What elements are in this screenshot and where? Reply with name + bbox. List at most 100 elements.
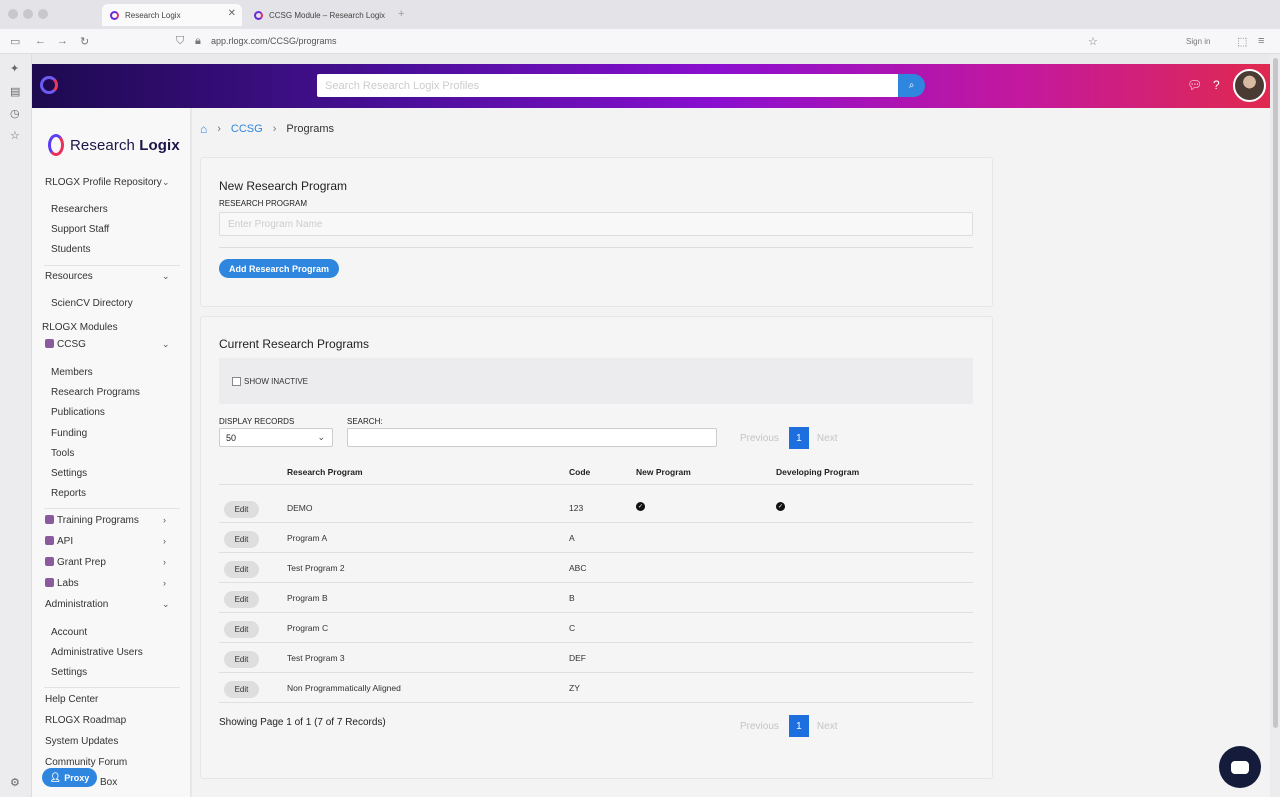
proxy-button[interactable]: 👤︎ Proxy — [42, 768, 97, 787]
menu-icon[interactable]: ≡ — [1258, 35, 1264, 47]
sidebar-section-labs[interactable]: Labs — [45, 578, 79, 589]
sidebar-item-publications[interactable]: Publications — [51, 407, 105, 418]
sidebar-item-account[interactable]: Account — [51, 627, 87, 638]
brand-logo[interactable]: Research Logix — [48, 134, 180, 156]
add-research-program-button[interactable]: Add Research Program — [219, 259, 339, 278]
sign-in-button[interactable]: Sign in — [1186, 37, 1210, 46]
page-1-button[interactable]: 1 — [788, 427, 809, 449]
chevron-down-icon[interactable]: ⌄ — [162, 339, 170, 350]
page-scrollbar[interactable] — [1270, 54, 1280, 797]
history-icon[interactable]: ◷ — [10, 107, 20, 120]
scrollbar-thumb[interactable] — [1273, 58, 1278, 728]
messages-icon[interactable]: 💬︎ — [1187, 78, 1202, 92]
search-button[interactable]: ⌕ — [898, 74, 925, 97]
sidebar-link-box[interactable]: Box — [100, 777, 117, 788]
column-header-developing-program[interactable]: Developing Program — [776, 467, 859, 477]
display-records-select[interactable]: 50 ⌄ — [219, 428, 333, 447]
edit-button[interactable]: Edit — [224, 591, 259, 608]
sidebar-section-resources[interactable]: Resources — [45, 271, 93, 282]
maximize-window-button[interactable] — [38, 9, 48, 19]
forward-icon[interactable]: → — [57, 35, 68, 47]
sidebar-item-settings[interactable]: Settings — [51, 468, 87, 479]
column-header-code[interactable]: Code — [569, 467, 590, 477]
research-program-label: RESEARCH PROGRAM — [219, 199, 308, 208]
browser-tab-ccsg-module[interactable]: CCSG Module – Research Logix — [246, 4, 396, 26]
sidebar-item-researchers[interactable]: Researchers — [51, 204, 108, 215]
breadcrumb-link-ccsg[interactable]: CCSG — [231, 123, 263, 135]
sidebar-link-roadmap[interactable]: RLOGX Roadmap — [45, 715, 126, 726]
sidebar-link-community-forum[interactable]: Community Forum — [45, 757, 127, 768]
extensions-icon[interactable]: ⬚ — [1237, 35, 1247, 48]
sidebar-item-research-programs[interactable]: Research Programs — [51, 387, 140, 398]
back-icon[interactable]: ← — [35, 35, 46, 47]
sidebar-item-administrative-users[interactable]: Administrative Users — [51, 647, 143, 658]
sidebar-section-profile-repository[interactable]: RLOGX Profile Repository — [45, 177, 162, 188]
page-1-button[interactable]: 1 — [788, 715, 809, 737]
edit-button[interactable]: Edit — [224, 621, 259, 638]
reader-icon[interactable]: ▤ — [10, 85, 20, 98]
sidebar-toggle-icon[interactable]: ▭ — [10, 35, 20, 48]
sidebar-link-system-updates[interactable]: System Updates — [45, 736, 118, 747]
url-text[interactable]: app.rlogx.com/CCSG/programs — [211, 36, 337, 46]
sidebar-section-api[interactable]: API — [45, 536, 73, 547]
edit-button[interactable]: Edit — [224, 651, 259, 668]
home-icon[interactable]: ⌂ — [200, 122, 207, 136]
new-program-title: New Research Program — [219, 179, 348, 193]
chevron-right-icon[interactable]: › — [163, 557, 166, 567]
next-page-button[interactable]: Next — [817, 433, 838, 444]
chevron-down-icon[interactable]: ⌄ — [162, 177, 170, 188]
chevron-right-icon[interactable]: › — [163, 578, 166, 588]
sidebar-item-support-staff[interactable]: Support Staff — [51, 224, 109, 235]
show-inactive-checkbox[interactable] — [232, 377, 241, 386]
shield-icon[interactable]: ⛉ — [176, 35, 184, 48]
chevron-right-icon[interactable]: › — [163, 515, 166, 525]
sidebar-item-students[interactable]: Students — [51, 244, 90, 255]
table-search-input[interactable] — [347, 428, 717, 447]
chat-support-button[interactable] — [1219, 746, 1261, 788]
sidebar-item-members[interactable]: Members — [51, 367, 93, 378]
sidebar-section-training-programs[interactable]: Training Programs — [45, 515, 139, 526]
cube-icon — [45, 578, 54, 587]
current-programs-title: Current Research Programs — [219, 337, 370, 351]
edit-button[interactable]: Edit — [224, 531, 259, 548]
column-header-new-program[interactable]: New Program — [636, 467, 691, 477]
next-page-button[interactable]: Next — [817, 721, 838, 732]
close-window-button[interactable] — [8, 9, 18, 19]
browser-tab-research-logix[interactable]: Research Logix ✕ — [102, 4, 242, 26]
reload-icon[interactable]: ↻ — [80, 35, 89, 48]
sidebar-divider — [44, 687, 180, 688]
chevron-down-icon[interactable]: ⌄ — [162, 271, 170, 282]
chevron-down-icon[interactable]: ⌄ — [162, 599, 170, 610]
app-logo-icon[interactable] — [40, 76, 58, 94]
bookmarks-icon[interactable]: ☆ — [10, 129, 20, 142]
edit-button[interactable]: Edit — [224, 681, 259, 698]
edit-button[interactable]: Edit — [224, 561, 259, 578]
previous-page-button[interactable]: Previous — [740, 433, 779, 444]
minimize-window-button[interactable] — [23, 9, 33, 19]
sidebar-item-reports[interactable]: Reports — [51, 488, 86, 499]
bookmark-star-icon[interactable]: ☆ — [1088, 35, 1098, 48]
close-tab-icon[interactable]: ✕ — [228, 8, 236, 19]
chevron-right-icon[interactable]: › — [163, 536, 166, 546]
settings-gear-icon[interactable]: ⚙ — [10, 776, 20, 789]
sidebar-item-funding[interactable]: Funding — [51, 428, 87, 439]
sidebar-item-sciencv-directory[interactable]: ScienCV Directory — [51, 298, 133, 309]
column-header-research-program[interactable]: Research Program — [287, 467, 363, 477]
sidebar-item-admin-settings[interactable]: Settings — [51, 667, 87, 678]
edit-button[interactable]: Edit — [224, 501, 259, 518]
profile-search-input[interactable] — [317, 74, 899, 97]
new-tab-icon[interactable]: + — [398, 8, 404, 20]
assistant-icon[interactable]: ✦ — [10, 62, 19, 75]
program-code-cell: A — [569, 533, 575, 543]
sidebar-section-grant-prep[interactable]: Grant Prep — [45, 557, 106, 568]
help-icon[interactable]: ? — [1213, 78, 1220, 92]
sidebar-link-help-center[interactable]: Help Center — [45, 694, 98, 705]
user-avatar[interactable] — [1233, 69, 1266, 102]
previous-page-button[interactable]: Previous — [740, 721, 779, 732]
program-name-input[interactable] — [219, 212, 973, 236]
program-code-cell: C — [569, 623, 576, 633]
lock-icon: 🔒︎ — [195, 35, 201, 47]
sidebar-section-administration[interactable]: Administration — [45, 599, 108, 610]
sidebar-section-ccsg[interactable]: CCSG — [45, 339, 86, 350]
sidebar-item-tools[interactable]: Tools — [51, 448, 74, 459]
